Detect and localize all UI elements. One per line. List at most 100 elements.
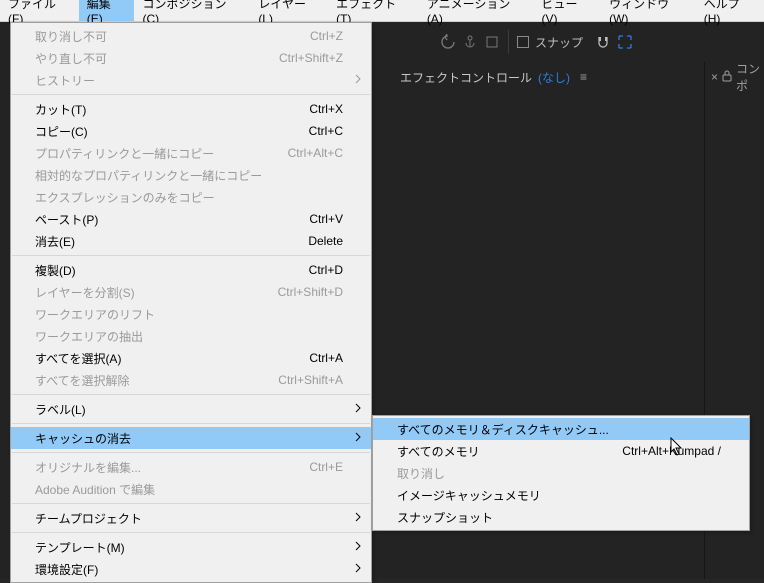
menu-item-label: すべてを選択(A): [35, 350, 121, 367]
menu-help[interactable]: ヘルプ(H): [696, 0, 764, 21]
menu-separator: [12, 255, 370, 256]
menu-animation[interactable]: アニメーション(A): [419, 0, 534, 21]
menu-item-shortcut: Ctrl+Shift+D: [278, 285, 343, 299]
menu-item: ワークエリアの抽出: [11, 325, 371, 347]
menu-item[interactable]: 複製(D) Ctrl+D: [11, 259, 371, 281]
menu-item: Adobe Audition で編集: [11, 478, 371, 500]
chevron-right-icon: [355, 431, 361, 445]
effect-controls-target[interactable]: (なし): [538, 69, 570, 86]
menu-item-label: ワークエリアのリフト: [35, 306, 155, 323]
menu-item-label: プロパティリンクと一緒にコピー: [35, 145, 214, 162]
chevron-right-icon: [355, 511, 361, 525]
menu-item-shortcut: Ctrl+V: [309, 212, 343, 226]
anchor-tool-icon[interactable]: [462, 34, 478, 50]
menu-item-label: すべてを選択解除: [35, 372, 129, 389]
menu-separator: [12, 452, 370, 453]
submenu-item-label: イメージキャッシュメモリ: [397, 487, 541, 504]
menu-item-shortcut: Ctrl+Shift+Z: [279, 51, 343, 65]
submenu-item-shortcut: Ctrl+Alt+Numpad /: [622, 444, 721, 458]
snap-label: スナップ: [535, 34, 583, 51]
menu-item-label: 相対的なプロパティリンクと一緒にコピー: [35, 167, 262, 184]
menu-item[interactable]: チームプロジェクト: [11, 507, 371, 529]
menu-separator: [12, 394, 370, 395]
menu-separator: [12, 532, 370, 533]
submenu-item[interactable]: すべてのメモリ＆ディスクキャッシュ...: [373, 418, 749, 440]
panel-menu-icon[interactable]: ≡: [580, 70, 587, 84]
menu-item[interactable]: カット(T)Ctrl+X: [11, 98, 371, 120]
composition-tab[interactable]: コンポ: [736, 60, 764, 94]
submenu-item-label: スナップショット: [397, 509, 493, 526]
submenu-item: 取り消し: [373, 462, 749, 484]
menu-item-label: ペースト(P): [35, 211, 98, 228]
menu-item[interactable]: すべてを選択(A) Ctrl+A: [11, 347, 371, 369]
menu-item[interactable]: 消去(E)Delete: [11, 230, 371, 252]
menu-edit[interactable]: 編集(E): [79, 0, 135, 21]
submenu-item-label: すべてのメモリ＆ディスクキャッシュ...: [397, 421, 609, 438]
menu-item-label: 環境設定(F): [35, 561, 98, 578]
menu-item: プロパティリンクと一緒にコピー Ctrl+Alt+C: [11, 142, 371, 164]
menu-item[interactable]: コピー(C) Ctrl+C: [11, 120, 371, 142]
rotate-tool-icon[interactable]: [440, 34, 456, 50]
rect-tool-icon[interactable]: [484, 34, 500, 50]
menu-item-shortcut: Ctrl+Shift+A: [278, 373, 343, 387]
menu-separator: [12, 503, 370, 504]
menu-item-label: チームプロジェクト: [35, 510, 142, 527]
menu-item[interactable]: テンプレート(M): [11, 536, 371, 558]
menu-item-label: ヒストリー: [35, 72, 95, 89]
chevron-right-icon: [355, 402, 361, 416]
menu-item[interactable]: ペースト(P) Ctrl+V: [11, 208, 371, 230]
menu-layer[interactable]: レイヤー(L): [250, 0, 328, 21]
chevron-right-icon: [355, 540, 361, 554]
submenu-item[interactable]: すべてのメモリ Ctrl+Alt+Numpad /: [373, 440, 749, 462]
menu-item-label: やり直し不可: [35, 50, 107, 67]
cache-submenu: すべてのメモリ＆ディスクキャッシュ... すべてのメモリ Ctrl+Alt+Nump…: [372, 415, 750, 531]
submenu-item-label: すべてのメモリ: [397, 443, 480, 460]
submenu-item[interactable]: スナップショット: [373, 506, 749, 528]
chevron-right-icon: [355, 73, 361, 87]
menu-item-shortcut: Ctrl+C: [309, 124, 343, 138]
menu-item: 相対的なプロパティリンクと一緒にコピー: [11, 164, 371, 186]
chevron-right-icon: [355, 562, 361, 576]
effect-controls-tab[interactable]: エフェクトコントロール: [400, 69, 532, 86]
menu-item: オリジナルを編集...Ctrl+E: [11, 456, 371, 478]
menu-item-shortcut: Ctrl+Alt+C: [288, 146, 343, 160]
close-icon[interactable]: ×: [711, 70, 718, 84]
menu-item: ワークエリアのリフト: [11, 303, 371, 325]
menu-window[interactable]: ウィンドウ(W): [601, 0, 696, 21]
menu-item-label: コピー(C): [35, 123, 88, 140]
menu-item-label: カット(T): [35, 101, 86, 118]
menu-file[interactable]: ファイル(F): [0, 0, 79, 21]
menu-item-label: ラベル(L): [35, 401, 86, 418]
menu-item-label: レイヤーを分割(S): [35, 284, 135, 301]
expand-icon[interactable]: [617, 34, 633, 50]
menu-item-label: 複製(D): [35, 262, 76, 279]
edit-dropdown: 取り消し不可Ctrl+Z やり直し不可 Ctrl+Shift+Z ヒストリーカット(T…: [10, 22, 372, 583]
lock-icon[interactable]: [722, 70, 732, 85]
menu-item-label: キャッシュの消去: [35, 430, 131, 447]
menu-composition[interactable]: コンポジション(C): [134, 0, 250, 21]
submenu-item[interactable]: イメージキャッシュメモリ: [373, 484, 749, 506]
menu-item: すべてを選択解除 Ctrl+Shift+A: [11, 369, 371, 391]
menu-view[interactable]: ビュー(V): [534, 0, 602, 21]
menu-item-shortcut: Ctrl+A: [309, 351, 343, 365]
menu-item-label: Adobe Audition で編集: [35, 481, 155, 498]
magnet-icon[interactable]: [595, 34, 611, 50]
snap-checkbox[interactable]: [517, 36, 529, 48]
menu-item-label: テンプレート(M): [35, 539, 125, 556]
menu-item: 取り消し不可Ctrl+Z: [11, 25, 371, 47]
menu-effect[interactable]: エフェクト(T): [328, 0, 419, 21]
menu-item-label: オリジナルを編集...: [35, 459, 141, 476]
menu-item-shortcut: Ctrl+Z: [310, 29, 343, 43]
menu-item[interactable]: 環境設定(F): [11, 558, 371, 580]
menubar: ファイル(F) 編集(E) コンポジション(C) レイヤー(L) エフェクト(T…: [0, 0, 764, 22]
menu-item-shortcut: Delete: [308, 234, 343, 248]
menu-item[interactable]: キャッシュの消去: [11, 427, 371, 449]
menu-item-label: ワークエリアの抽出: [35, 328, 143, 345]
menu-item[interactable]: ラベル(L): [11, 398, 371, 420]
menu-separator: [12, 423, 370, 424]
menu-item-shortcut: Ctrl+D: [309, 263, 343, 277]
menu-item: ヒストリー: [11, 69, 371, 91]
menu-item: やり直し不可 Ctrl+Shift+Z: [11, 47, 371, 69]
toolbar-separator: [508, 30, 509, 54]
menu-item: レイヤーを分割(S) Ctrl+Shift+D: [11, 281, 371, 303]
